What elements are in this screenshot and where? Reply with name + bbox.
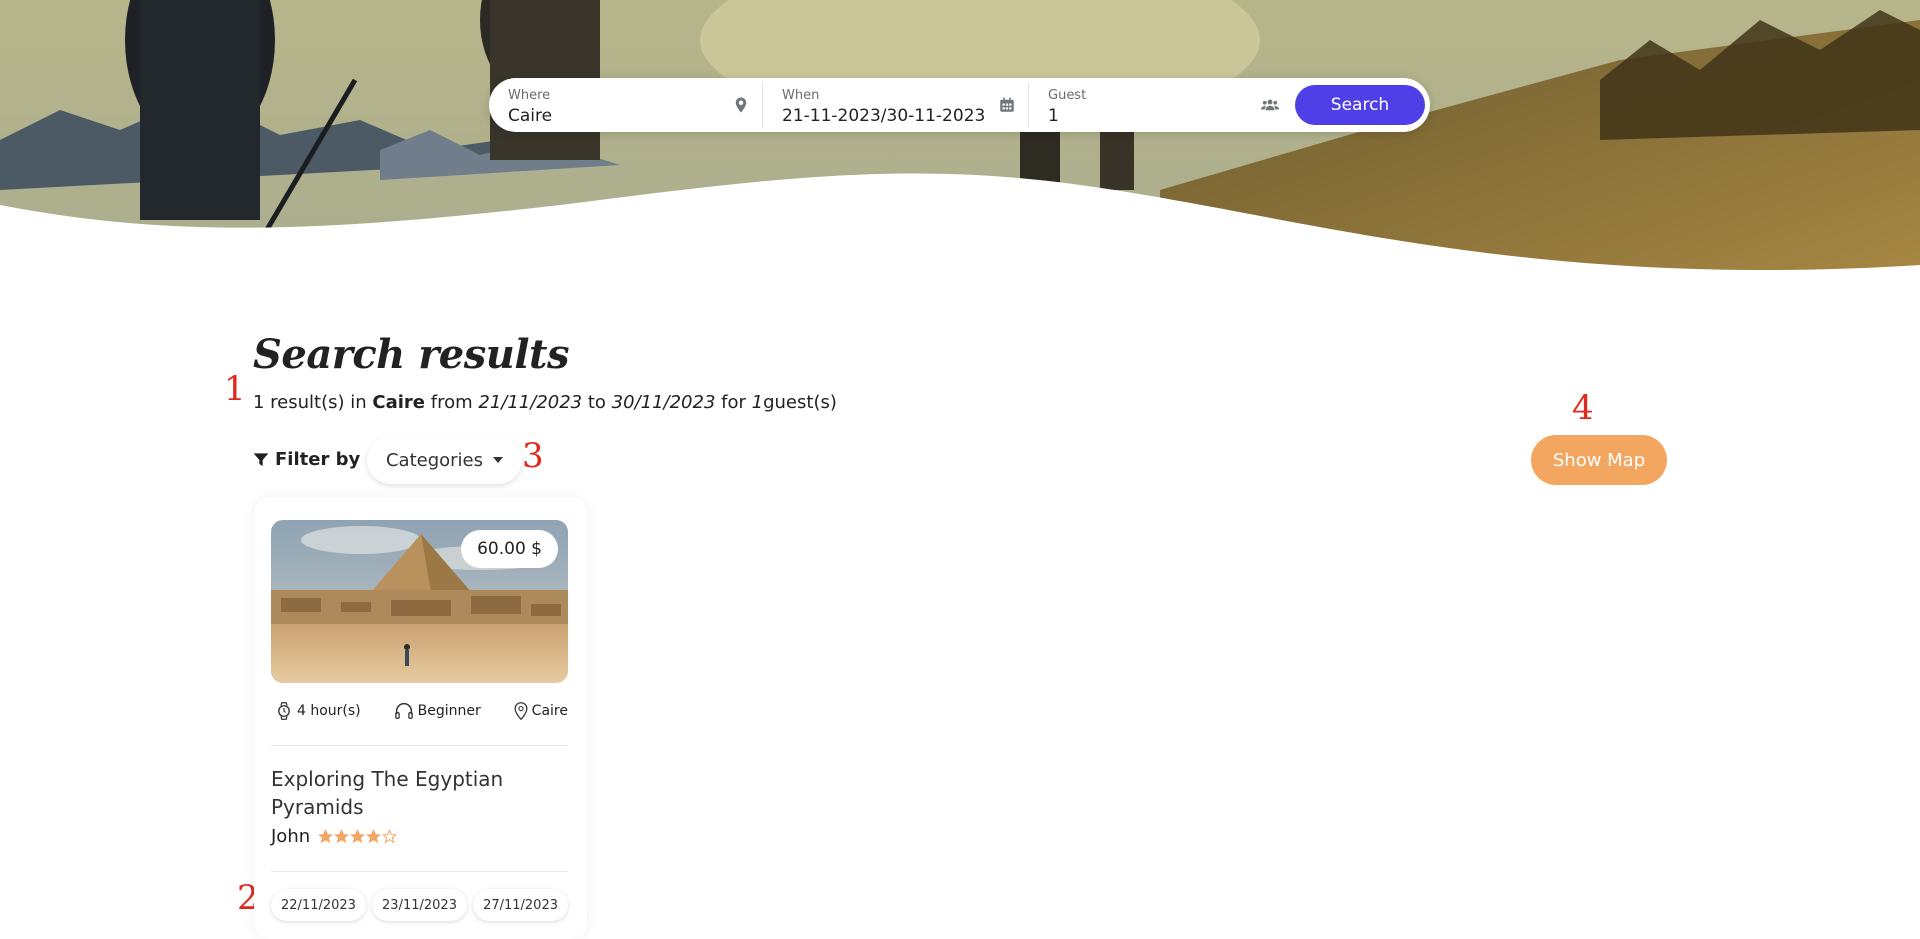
card-divider — [271, 745, 568, 746]
tour-card[interactable]: 60.00 $ 4 hour(s) Beginner Caire Explori… — [254, 497, 587, 939]
filter-label: Filter by — [253, 449, 360, 470]
page-title: Search results — [253, 331, 570, 378]
star-icon — [366, 829, 382, 844]
star-icon — [334, 829, 350, 844]
results-date-to: 30/11/2023 — [611, 392, 716, 413]
price-badge: 60.00 $ — [461, 530, 558, 568]
guest-label: Guest — [1048, 88, 1087, 103]
annotation-1: 1 — [224, 369, 246, 409]
where-field[interactable]: Where Caire — [489, 82, 763, 128]
headset-icon — [394, 702, 413, 720]
map-pin-icon — [735, 97, 747, 113]
categories-label: Categories — [385, 449, 484, 471]
chevron-down-icon — [493, 457, 504, 463]
results-to-word: to — [587, 392, 606, 413]
level-item: Beginner — [394, 702, 481, 720]
filter-label-text: Filter by — [275, 449, 361, 470]
results-summary: 1 result(s) in Caire from 21/11/2023 to … — [253, 392, 837, 413]
card-divider — [271, 871, 568, 872]
filter-icon — [253, 452, 269, 466]
where-label: Where — [508, 88, 551, 103]
categories-dropdown[interactable]: Categories — [367, 436, 522, 484]
hero-image — [0, 0, 1920, 290]
guest-input[interactable]: 1 — [1048, 105, 1283, 127]
star-icon — [318, 829, 334, 844]
hero-banner — [0, 0, 1920, 290]
results-guests: 1 — [751, 392, 764, 413]
results-for-word: for — [721, 392, 746, 413]
tour-meta: 4 hour(s) Beginner Caire — [275, 701, 568, 721]
host-row: John — [271, 826, 398, 847]
guest-field[interactable]: Guest 1 — [1029, 82, 1293, 128]
location-pin-icon — [514, 702, 528, 720]
date-chip[interactable]: 23/11/2023 — [372, 889, 467, 921]
star-icon — [350, 829, 366, 844]
search-button[interactable]: Search — [1295, 85, 1425, 125]
where-input[interactable]: Caire — [508, 105, 752, 127]
host-name: John — [271, 826, 311, 847]
results-guests-suffix: guest(s) — [763, 392, 837, 413]
rating-stars — [318, 829, 398, 844]
results-count: 1 result(s) in — [253, 392, 367, 413]
date-list: 22/11/2023 23/11/2023 27/11/2023 — [271, 889, 568, 921]
calendar-icon — [1000, 97, 1014, 112]
show-map-button[interactable]: Show Map — [1531, 435, 1667, 485]
duration-item: 4 hour(s) — [275, 701, 361, 721]
search-bar: Where Caire When 21-11-2023/30-11-2023 G… — [489, 78, 1430, 132]
date-chip[interactable]: 27/11/2023 — [473, 889, 568, 921]
star-icon — [382, 829, 398, 844]
annotation-4: 4 — [1572, 388, 1594, 428]
results-location: Caire — [372, 392, 426, 413]
level-text: Beginner — [417, 703, 481, 719]
when-input[interactable]: 21-11-2023/30-11-2023 — [782, 105, 1018, 127]
watch-icon — [278, 702, 290, 720]
results-from-word: from — [430, 392, 473, 413]
date-chip[interactable]: 22/11/2023 — [271, 889, 366, 921]
annotation-3: 3 — [522, 436, 544, 476]
tour-image[interactable]: 60.00 $ — [271, 520, 568, 683]
location-item: Caire — [514, 702, 568, 720]
duration-text: 4 hour(s) — [297, 703, 361, 719]
results-date-from: 21/11/2023 — [478, 392, 583, 413]
when-label: When — [782, 88, 820, 103]
when-field[interactable]: When 21-11-2023/30-11-2023 — [763, 82, 1029, 128]
location-text: Caire — [531, 703, 568, 719]
tour-title[interactable]: Exploring The Egyptian Pyramids — [271, 765, 568, 821]
users-icon — [1261, 99, 1279, 111]
